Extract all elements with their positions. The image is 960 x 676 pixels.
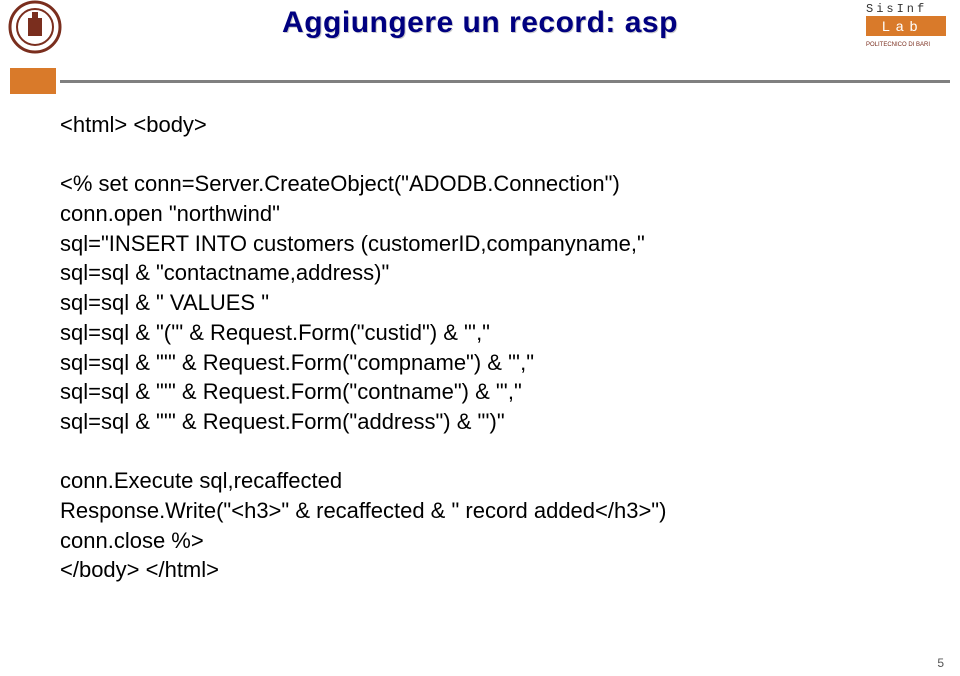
lab-text-mid: Lab (882, 18, 923, 34)
sisinf-lab-logo: SisInf Lab POLITECNICO DI BARI (864, 0, 952, 54)
code-line: conn.open "northwind" (60, 199, 920, 229)
code-line: sql=sql & " VALUES " (60, 288, 920, 318)
polytechnic-seal-logo (8, 0, 62, 54)
code-line: sql=sql & "('" & Request.Form("custid") … (60, 318, 920, 348)
code-line: sql="INSERT INTO customers (customerID,c… (60, 229, 920, 259)
code-line: conn.Execute sql,recaffected (60, 466, 920, 496)
code-line: sql=sql & "'" & Request.Form("address") … (60, 407, 920, 437)
code-block: <html> <body> <% set conn=Server.CreateO… (60, 110, 920, 585)
code-line: sql=sql & "'" & Request.Form("contname")… (60, 377, 920, 407)
slide-header: Aggiungere un record: asp SisInf Lab POL… (0, 0, 960, 70)
code-line: <html> <body> (60, 110, 920, 140)
lab-text-top: SisInf (866, 2, 927, 16)
code-line (60, 437, 920, 467)
divider-line (60, 80, 950, 83)
lab-text-bottom: POLITECNICO DI BARI (866, 42, 930, 48)
divider-accent-box (10, 68, 56, 94)
code-line: sql=sql & "contactname,address)" (60, 258, 920, 288)
code-line (60, 140, 920, 170)
code-line: <% set conn=Server.CreateObject("ADODB.C… (60, 169, 920, 199)
page-number: 5 (937, 656, 944, 670)
code-line: </body> </html> (60, 555, 920, 585)
code-line: sql=sql & "'" & Request.Form("compname")… (60, 348, 920, 378)
slide-title: Aggiungere un record: asp (0, 0, 960, 40)
code-line: conn.close %> (60, 526, 920, 556)
header-divider (0, 68, 960, 98)
code-line: Response.Write("<h3>" & recaffected & " … (60, 496, 920, 526)
